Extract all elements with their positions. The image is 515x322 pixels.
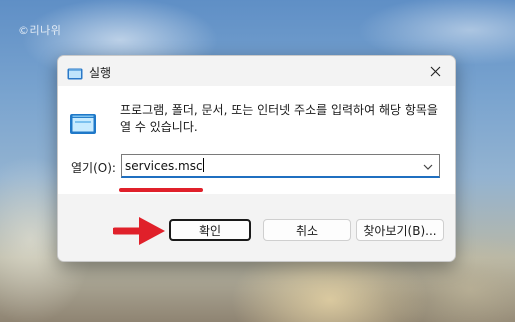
close-button[interactable]	[415, 56, 455, 86]
open-combobox[interactable]: services.msc	[121, 154, 440, 178]
ok-button[interactable]: 확인	[169, 219, 251, 241]
window-title: 실행	[89, 66, 112, 80]
dialog-description: 프로그램, 폴더, 문서, 또는 인터넷 주소를 입력하여 해당 항목을 열 수…	[120, 103, 438, 134]
dialog-content: 프로그램, 폴더, 문서, 또는 인터넷 주소를 입력하여 해당 항목을 열 수…	[58, 86, 455, 194]
open-input[interactable]: services.msc	[125, 158, 204, 173]
close-icon	[430, 62, 441, 81]
open-label: 열기(O):	[71, 161, 116, 175]
title-bar[interactable]: 실행	[58, 56, 455, 86]
run-dialog-icon	[69, 113, 97, 135]
run-app-icon	[67, 65, 83, 80]
annotation-underline	[118, 178, 204, 192]
chevron-down-icon[interactable]	[421, 159, 435, 173]
browse-button[interactable]: 찾아보기(B)...	[356, 219, 444, 241]
open-input-value: services.msc	[125, 159, 203, 173]
cancel-button[interactable]: 취소	[263, 219, 351, 241]
annotation-arrow-icon	[111, 214, 167, 248]
text-caret	[202, 158, 204, 172]
watermark: ©리나위	[18, 24, 62, 37]
